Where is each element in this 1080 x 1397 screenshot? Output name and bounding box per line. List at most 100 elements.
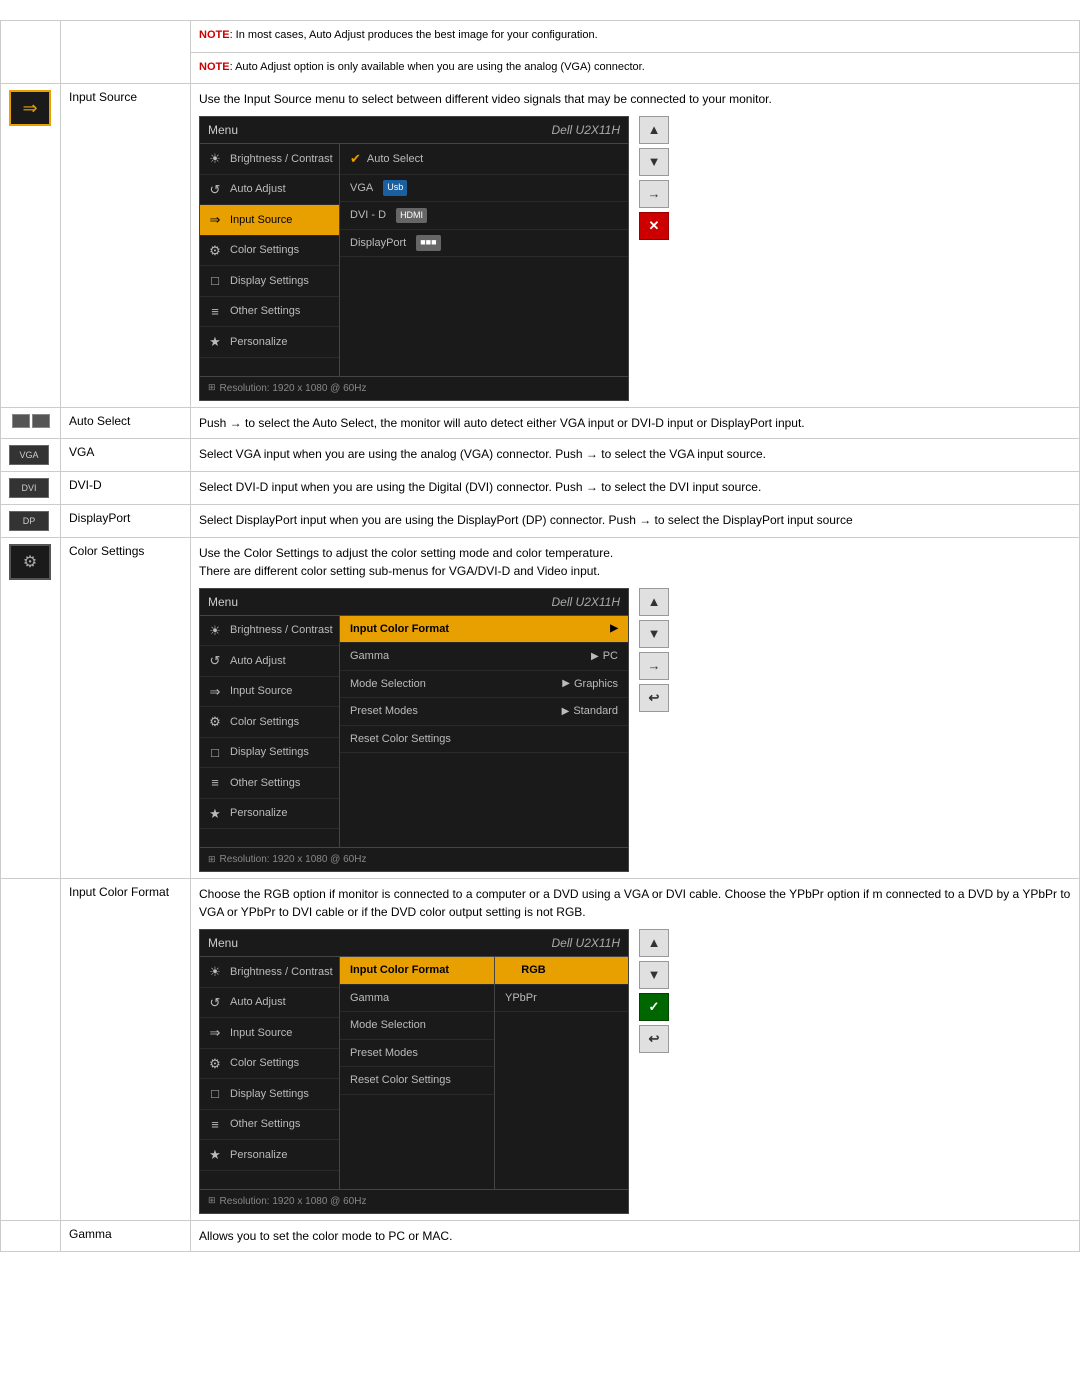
dvid-icon-cell: DVI (1, 471, 61, 504)
dp-icon-cell: DP (1, 504, 61, 537)
vga-icon-cell: VGA (1, 438, 61, 471)
osd-left-autoadj-3: ↺ Auto Adjust (200, 988, 339, 1019)
color-settings-icon-cell: ⚙ (1, 537, 61, 879)
osd-left-inputsrc-1: ⇒ Input Source (200, 205, 339, 236)
osd-header-3: Menu Dell U2X11H (200, 930, 628, 957)
nav-buttons-2: ▲ ▼ → ↩ (639, 588, 669, 712)
osd-sub-preset-3: Preset Modes (340, 1040, 494, 1068)
nav-up-2[interactable]: ▲ (639, 588, 669, 616)
osd-sub-icf-3: Input Color Format (340, 957, 494, 985)
osd-right-spacer-4 (340, 753, 628, 771)
dvid-label: DVI-D (61, 471, 191, 504)
nav-right-2[interactable]: → (639, 652, 669, 680)
input-source-icon: ⇒ (9, 90, 51, 126)
osd-left-colorsettings-2: ⚙ Color Settings (200, 707, 339, 738)
empty-icon-cell (1, 21, 61, 84)
input-source-icon-cell: ⇒ (1, 84, 61, 408)
icf-osd-wrapper: Menu Dell U2X11H ☀ Brightness / Contrast… (199, 921, 1071, 1214)
icf-label: Input Color Format (61, 879, 191, 1221)
dvid-content: Select DVI-D input when you are using th… (191, 471, 1080, 504)
dp-icon: DP (9, 511, 49, 531)
osd-header-2: Menu Dell U2X11H (200, 589, 628, 616)
color-settings-osd-wrapper: Menu Dell U2X11H ☀ Brightness / Contrast… (199, 580, 1071, 873)
dvid-desc: Select DVI-D input when you are using th… (199, 480, 761, 494)
osd-right-twocol: Input Color Format Gamma Mode Selection … (340, 957, 628, 1189)
nav-down-3[interactable]: ▼ (639, 961, 669, 989)
osd-left-inputsrc-3: ⇒ Input Source (200, 1018, 339, 1049)
osd-right-displayport: DisplayPort ■■■ (340, 230, 628, 258)
osd-left-brightness-2: ☀ Brightness / Contrast (200, 616, 339, 647)
input-source-osd: Menu Dell U2X11H ☀ Brightness / Contrast… (199, 116, 629, 401)
dvid-icon: DVI (9, 478, 49, 498)
nav-right-1[interactable]: → (639, 180, 669, 208)
osd-right-spacer-3 (340, 293, 628, 311)
note-label-2: NOTE (199, 61, 230, 73)
osd-right-autoselect: ✔ Auto Select (340, 144, 628, 175)
color-settings-icon: ⚙ (9, 544, 51, 580)
auto-select-content: Push → to select the Auto Select, the mo… (191, 407, 1080, 438)
nav-buttons-3: ▲ ▼ ✓ ↩ (639, 929, 669, 1053)
dp-desc: Select DisplayPort input when you are us… (199, 513, 853, 527)
osd-resolution-2: Resolution: 1920 x 1080 @ 60Hz (220, 852, 367, 867)
nav-back-2[interactable]: ↩ (639, 684, 669, 712)
osd-left-displaysettings-3: □ Display Settings (200, 1079, 339, 1110)
osd-submenu-icf-active: Input Color Format▶ (340, 616, 628, 644)
nav-check-3[interactable]: ✓ (639, 993, 669, 1021)
auto-select-icon-cell (1, 407, 61, 438)
icf-osd: Menu Dell U2X11H ☀ Brightness / Contrast… (199, 929, 629, 1214)
osd-left-inputsrc-2: ⇒ Input Source (200, 677, 339, 708)
badge-dvid: HDMI (396, 208, 427, 224)
osd-model-3: Dell U2X11H (552, 934, 620, 952)
dp-label: DisplayPort (61, 504, 191, 537)
osd-menu-label-1: Menu (208, 121, 238, 139)
osd-right-1: ✔ Auto Select VGA Usb DVI - D HDMI Displ… (340, 144, 628, 376)
osd-footer-1: ⊞ Resolution: 1920 x 1080 @ 60Hz (200, 376, 628, 400)
icf-icon-cell (1, 879, 61, 1221)
osd-sub-modesel-3: Mode Selection (340, 1012, 494, 1040)
vga-icon: VGA (9, 445, 49, 465)
osd-body-1: ☀ Brightness / Contrast ↺ Auto Adjust ⇒ … (200, 144, 628, 376)
input-source-desc: Use the Input Source menu to select betw… (199, 90, 1071, 108)
osd-left-personalize-3: ★ Personalize (200, 1140, 339, 1171)
osd-right-vga: VGA Usb (340, 175, 628, 203)
osd-resolution-3: Resolution: 1920 x 1080 @ 60Hz (220, 1194, 367, 1209)
osd-right-spacer-5 (340, 771, 628, 789)
gamma-content: Allows you to set the color mode to PC o… (191, 1220, 1080, 1251)
osd-right-2: Input Color Format▶ Gamma ▶PC Mode Selec… (340, 616, 628, 848)
osd-left-brightness-3: ☀ Brightness / Contrast (200, 957, 339, 988)
gamma-label: Gamma (61, 1220, 191, 1251)
osd-right-col2: ✔ RGB YPbPr (495, 957, 628, 1189)
osd-submenu-preset: Preset Modes ▶Standard (340, 698, 628, 726)
input-source-content: Use the Input Source menu to select betw… (191, 84, 1080, 408)
note-row-1: NOTE: In most cases, Auto Adjust produce… (191, 21, 1080, 53)
nav-back-3[interactable]: ↩ (639, 1025, 669, 1053)
nav-up-3[interactable]: ▲ (639, 929, 669, 957)
osd-body-2: ☀ Brightness / Contrast ↺ Auto Adjust ⇒ … (200, 616, 628, 848)
icf-content: Choose the RGB option if monitor is conn… (191, 879, 1080, 1221)
osd-model-2: Dell U2X11H (552, 593, 620, 611)
nav-exit-1[interactable]: ✕ (639, 212, 669, 240)
osd-body-3: ☀ Brightness / Contrast ↺ Auto Adjust ⇒ … (200, 957, 628, 1189)
osd-left-autoadj-1: ↺ Auto Adjust (200, 175, 339, 206)
osd-left-spacer-1 (200, 358, 339, 376)
color-settings-osd: Menu Dell U2X11H ☀ Brightness / Contrast… (199, 588, 629, 873)
osd-submenu-reset: Reset Color Settings (340, 726, 628, 754)
vga-desc: Select VGA input when you are using the … (199, 447, 766, 461)
nav-down-2[interactable]: ▼ (639, 620, 669, 648)
nav-up-1[interactable]: ▲ (639, 116, 669, 144)
osd-left-3: ☀ Brightness / Contrast ↺ Auto Adjust ⇒ … (200, 957, 340, 1189)
osd-sub-reset-3: Reset Color Settings (340, 1067, 494, 1095)
nav-down-1[interactable]: ▼ (639, 148, 669, 176)
osd-menu-label-2: Menu (208, 593, 238, 611)
note-row-2: NOTE: Auto Adjust option is only availab… (191, 52, 1080, 84)
osd-val-ypbpr: YPbPr (495, 985, 628, 1013)
osd-left-1: ☀ Brightness / Contrast ↺ Auto Adjust ⇒ … (200, 144, 340, 376)
color-settings-desc2: There are different color setting sub-me… (199, 562, 1071, 580)
gamma-desc: Allows you to set the color mode to PC o… (199, 1229, 452, 1243)
osd-header-1: Menu Dell U2X11H (200, 117, 628, 144)
note-text-2: NOTE: Auto Adjust option is only availab… (199, 59, 1071, 76)
input-source-label: Input Source (61, 84, 191, 408)
osd-left-othersettings-1: ≡ Other Settings (200, 297, 339, 328)
osd-menu-label-3: Menu (208, 934, 238, 952)
auto-select-icons (9, 414, 52, 428)
